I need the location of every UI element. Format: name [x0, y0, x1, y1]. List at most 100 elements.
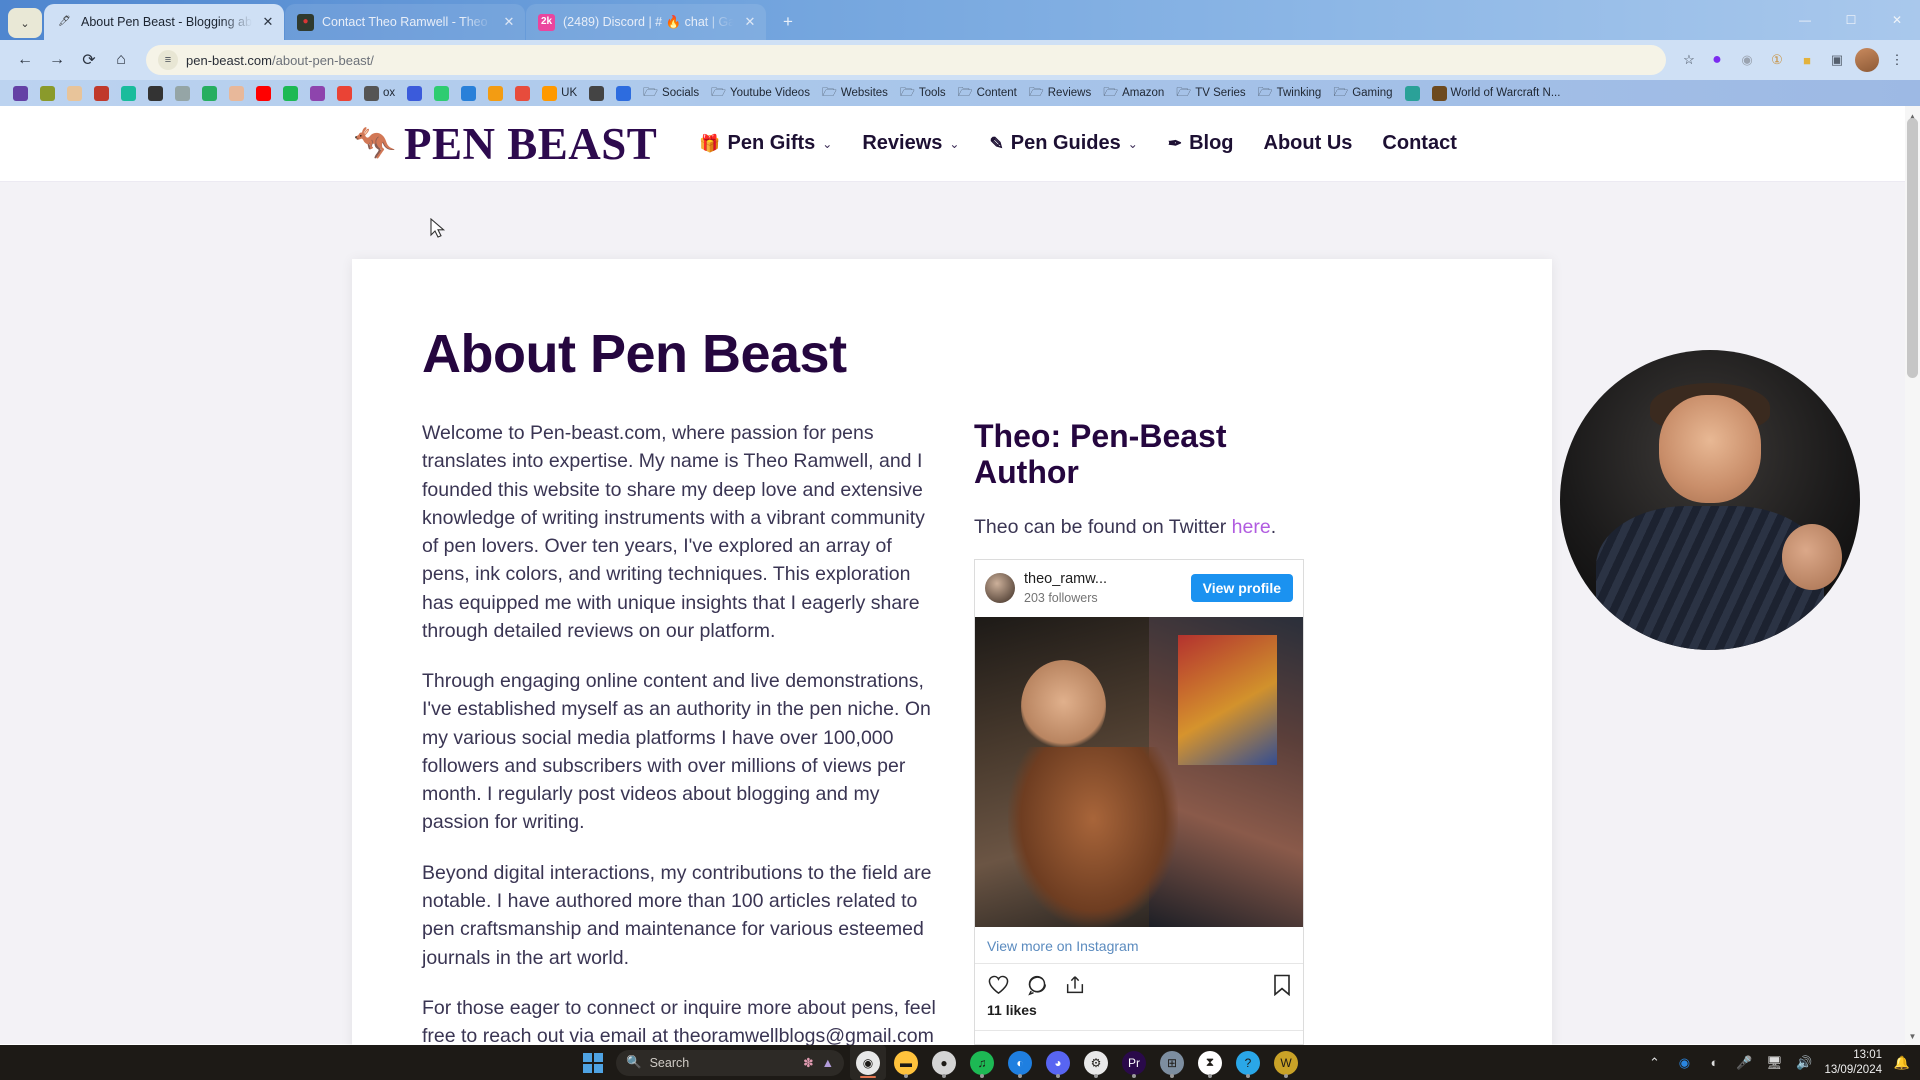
minimize-button[interactable]: — — [1782, 0, 1828, 40]
bookmark-icon[interactable] — [1273, 974, 1291, 996]
bookmark-tools[interactable]: 🗁 Tools — [895, 81, 951, 106]
bookmark-youtube-videos[interactable]: 🗁 Youtube Videos — [706, 81, 815, 106]
bookmark-socials[interactable]: 🗁 Socials — [638, 81, 704, 106]
tab-search-chevron-icon[interactable]: ⌄ — [8, 8, 42, 38]
nav-item-contact[interactable]: Contact — [1382, 132, 1456, 155]
extension-icon-1[interactable]: ◉ — [1734, 47, 1760, 73]
presenter-webcam-bubble[interactable] — [1560, 350, 1860, 650]
scroll-down-icon[interactable]: ▼ — [1905, 1028, 1920, 1044]
nav-item-pen-guides[interactable]: ✎ Pen Guides ⌄ — [989, 132, 1137, 155]
close-icon[interactable]: ✕ — [742, 14, 758, 30]
avatar[interactable] — [1854, 47, 1880, 73]
bookmark-15[interactable] — [429, 84, 454, 103]
taskbar-app-file-explorer[interactable]: ▬ — [888, 1045, 924, 1080]
taskbar-app-hourglass-app[interactable]: ⧗ — [1192, 1045, 1228, 1080]
close-window-button[interactable]: ✕ — [1874, 0, 1920, 40]
comment-icon[interactable] — [1026, 974, 1048, 996]
instagram-photo-grid[interactable] — [975, 616, 1303, 927]
twitter-here-link[interactable]: here — [1232, 516, 1271, 538]
bookmark-0[interactable] — [8, 84, 33, 103]
taskbar-app-discord[interactable]: ◕ — [1040, 1045, 1076, 1080]
new-tab-button[interactable]: + — [773, 7, 803, 37]
taskbar-app-help[interactable]: ? — [1230, 1045, 1266, 1080]
bookmark-reviews[interactable]: 🗁 Reviews — [1024, 81, 1096, 106]
bookmark-16[interactable] — [456, 84, 481, 103]
taskbar-app-obs-studio[interactable]: ● — [926, 1045, 962, 1080]
bookmark-world-of-warcraft-n[interactable]: World of Warcraft N... — [1427, 84, 1566, 103]
address-bar[interactable]: ≡ pen-beast.com/about-pen-beast/ — [146, 45, 1666, 75]
bell-icon[interactable]: 🔔 — [1892, 1053, 1912, 1073]
view-more-on-instagram-link[interactable]: View more on Instagram — [975, 927, 1303, 964]
bookmark-17[interactable] — [483, 84, 508, 103]
bookmark-gaming[interactable]: 🗁 Gaming — [1328, 81, 1397, 106]
bookmark-content[interactable]: 🗁 Content — [953, 81, 1022, 106]
extension-icon-2[interactable]: ① — [1764, 47, 1790, 73]
taskbar-clock[interactable]: 13:01 13/09/2024 — [1824, 1048, 1882, 1077]
forward-icon[interactable]: → — [42, 45, 72, 75]
extension-icon-3[interactable]: ■ — [1794, 47, 1820, 73]
bookmark-32[interactable] — [1400, 84, 1425, 103]
home-icon[interactable]: ⌂ — [106, 45, 136, 75]
obs-tray-icon[interactable]: ◐ — [1704, 1053, 1724, 1073]
bookmark-5[interactable] — [143, 84, 168, 103]
bookmark-star-icon[interactable]: ☆ — [1676, 47, 1702, 73]
bookmark-18[interactable] — [510, 84, 535, 103]
bookmark-ox[interactable]: ox — [359, 84, 400, 103]
close-icon[interactable]: ✕ — [501, 14, 517, 30]
tab-title: About Pen Beast - Blogging ab — [81, 15, 252, 29]
bookmark-6[interactable] — [170, 84, 195, 103]
bookmark-10[interactable] — [278, 84, 303, 103]
volume-icon[interactable]: 🔊 — [1794, 1053, 1814, 1073]
bookmark-uk[interactable]: UK — [537, 84, 582, 103]
bookmark-20[interactable] — [584, 84, 609, 103]
taskbar-app-settings[interactable]: ⚙ — [1078, 1045, 1114, 1080]
bookmark-websites[interactable]: 🗁 Websites — [817, 81, 893, 106]
extension-badge-icon[interactable]: ● — [1704, 47, 1730, 73]
site-settings-icon[interactable]: ≡ — [158, 50, 178, 70]
nav-item-pen-gifts[interactable]: 🎁 Pen Gifts ⌄ — [699, 132, 832, 155]
bookmark-8[interactable] — [224, 84, 249, 103]
nav-item-reviews[interactable]: Reviews ⌄ — [862, 132, 959, 155]
close-icon[interactable]: ✕ — [260, 14, 276, 30]
nav-item-blog[interactable]: ✒ Blog — [1168, 132, 1234, 155]
bookmark-7[interactable] — [197, 84, 222, 103]
taskbar-app-davinci-resolve[interactable]: ◐ — [1002, 1045, 1038, 1080]
maximize-button[interactable]: ☐ — [1828, 0, 1874, 40]
nav-item-about-us[interactable]: About Us — [1264, 132, 1353, 155]
view-profile-button[interactable]: View profile — [1190, 574, 1293, 603]
reload-icon[interactable]: ⟳ — [74, 45, 104, 75]
bookmark-12[interactable] — [332, 84, 357, 103]
taskbar-search[interactable]: 🔍 Search ✽ ▲ — [616, 1049, 844, 1076]
bookmark-3[interactable] — [89, 84, 114, 103]
bookmark-amazon[interactable]: 🗁 Amazon — [1098, 81, 1169, 106]
taskbar-app-spotify[interactable]: ♫ — [964, 1045, 1000, 1080]
page-scrollbar-thumb[interactable] — [1907, 118, 1918, 378]
taskbar-app-calculator[interactable]: ⊞ — [1154, 1045, 1190, 1080]
site-logo[interactable]: 🦘 PEN BEAST — [352, 117, 657, 171]
bookmark-14[interactable] — [402, 84, 427, 103]
bookmark-9[interactable] — [251, 84, 276, 103]
bookmark-21[interactable] — [611, 84, 636, 103]
extension-icon-4[interactable]: ▣ — [1824, 47, 1850, 73]
microphone-icon[interactable]: 🎤 — [1734, 1053, 1754, 1073]
back-icon[interactable]: ← — [10, 45, 40, 75]
bookmark-11[interactable] — [305, 84, 330, 103]
tab-1[interactable]: ● Contact Theo Ramwell - Theo R ✕ — [285, 4, 525, 40]
tab-0[interactable]: 🖊 About Pen Beast - Blogging ab ✕ — [44, 4, 284, 40]
start-button[interactable] — [576, 1048, 610, 1078]
bookmark-2[interactable] — [62, 84, 87, 103]
heart-icon[interactable] — [987, 974, 1010, 995]
davinci-tray-icon[interactable]: ◉ — [1674, 1053, 1694, 1073]
bookmark-twinking[interactable]: 🗁 Twinking — [1253, 81, 1327, 106]
browser-menu-icon[interactable]: ⋮ — [1884, 47, 1910, 73]
taskbar-app-chrome[interactable]: ◉ — [850, 1045, 886, 1080]
taskbar-app-premiere-pro[interactable]: Pr — [1116, 1045, 1152, 1080]
tab-2[interactable]: 2k (2489) Discord | # 🔥 chat | Gam ✕ — [526, 4, 766, 40]
bookmark-4[interactable] — [116, 84, 141, 103]
network-icon[interactable]: 🖥 — [1764, 1053, 1784, 1073]
chevron-up-icon[interactable]: ⌃ — [1644, 1053, 1664, 1073]
bookmark-1[interactable] — [35, 84, 60, 103]
bookmark-tv-series[interactable]: 🗁 TV Series — [1171, 81, 1250, 106]
share-icon[interactable] — [1064, 974, 1086, 996]
taskbar-app-world-of-warcraft[interactable]: W — [1268, 1045, 1304, 1080]
